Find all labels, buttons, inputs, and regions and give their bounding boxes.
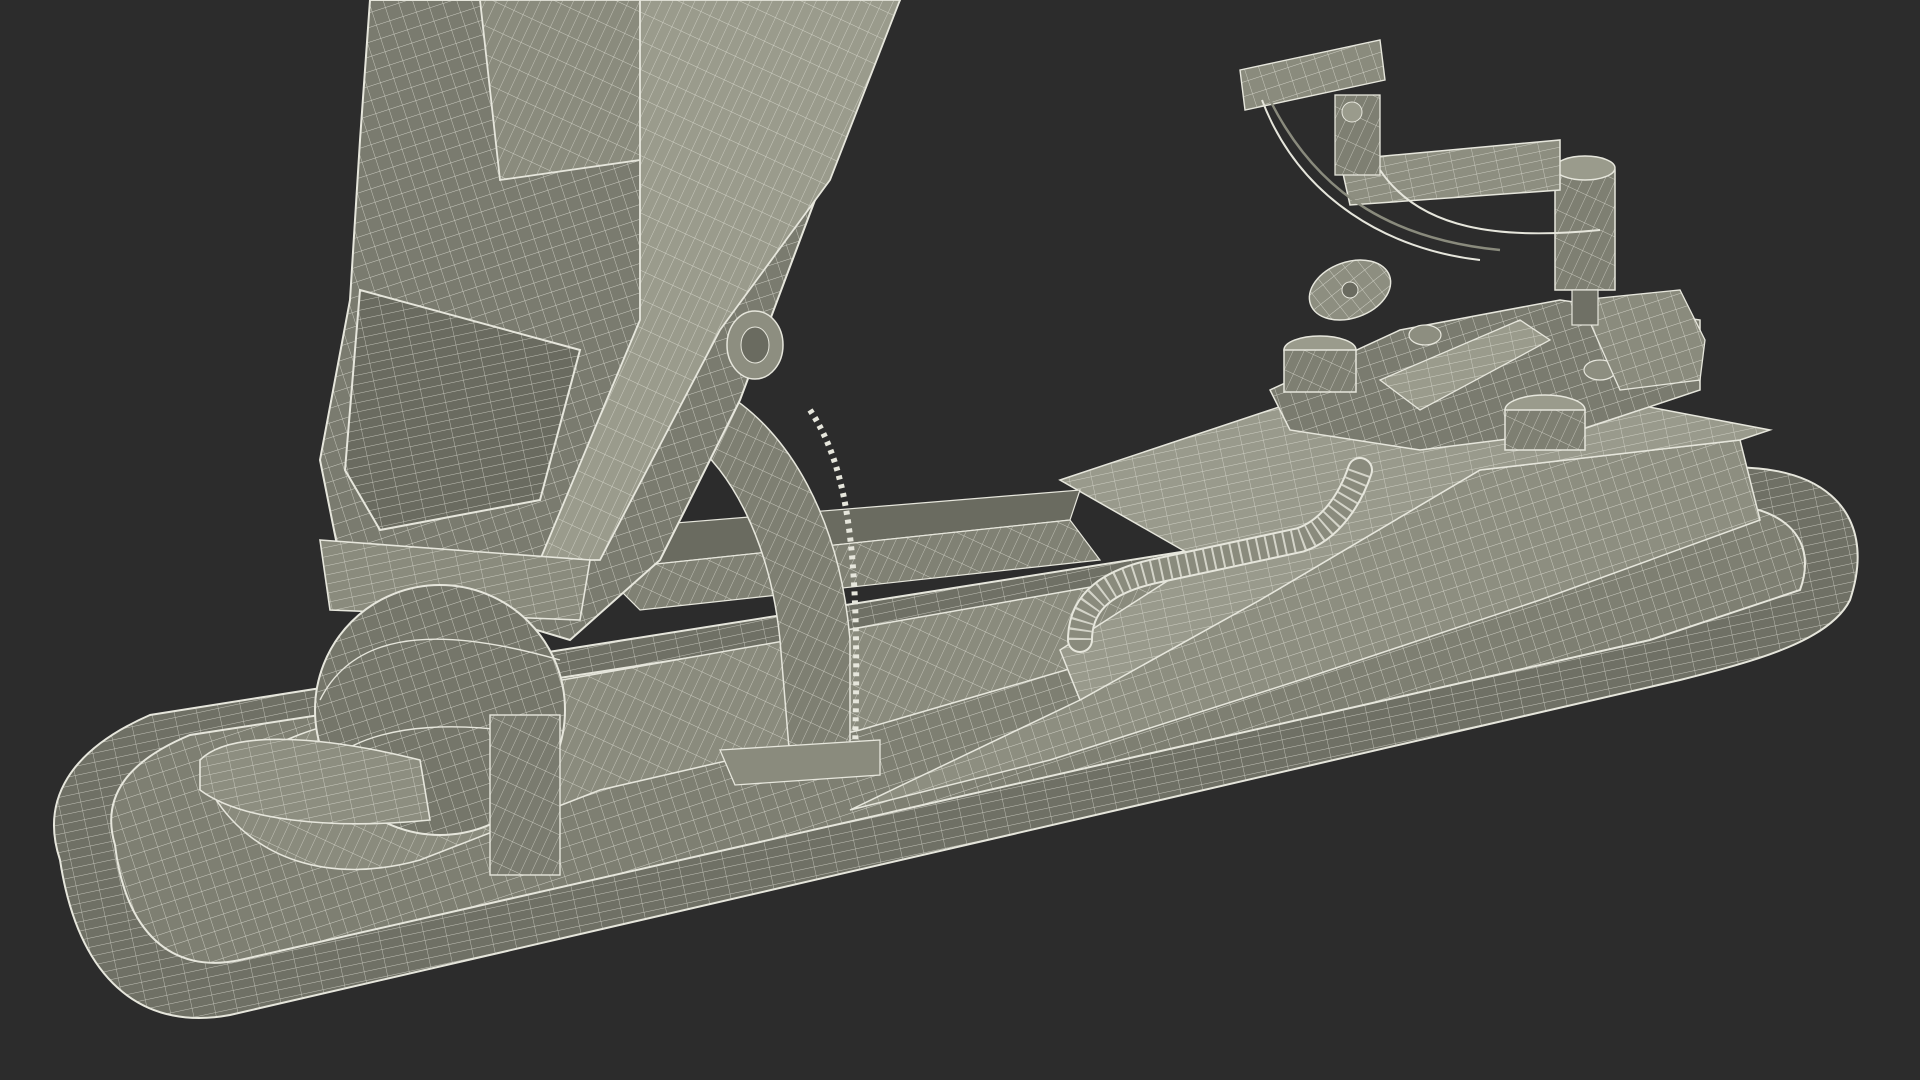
render-viewport — [0, 0, 1920, 1080]
camera-arm — [1239, 39, 1616, 326]
wireframe-render — [53, 0, 1859, 1019]
